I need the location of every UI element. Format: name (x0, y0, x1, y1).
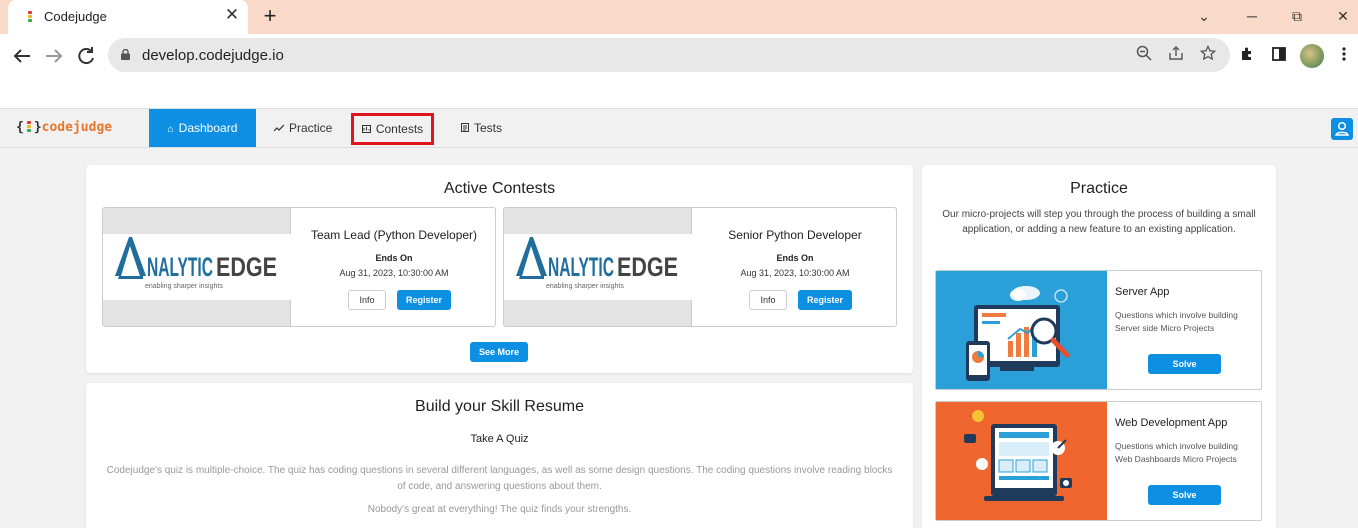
tests-icon (461, 111, 469, 149)
active-contests-card: Active Contests NALYTIC EDGE enabling sh… (86, 165, 913, 373)
contest-name: Team Lead (Python Developer) (310, 228, 478, 242)
skill-resume-card: Build your Skill Resume Take A Quiz Code… (86, 383, 913, 528)
tab-close-icon[interactable]: ✕ (224, 6, 240, 23)
url-text: develop.codejudge.io (142, 47, 284, 64)
tab-search-icon[interactable]: ⌄ (1192, 4, 1216, 28)
svg-text:EDGE: EDGE (617, 252, 678, 282)
svg-text:NALYTIC: NALYTIC (548, 252, 614, 282)
solve-button[interactable]: Solve (1148, 354, 1221, 374)
bookmark-star-icon[interactable] (1198, 44, 1218, 65)
contest-card: NALYTIC EDGE enabling sharper insights S… (503, 207, 897, 327)
register-button[interactable]: Register (798, 290, 852, 310)
ends-date: Aug 31, 2023, 10:30:00 AM (740, 268, 850, 278)
share-icon[interactable] (1166, 45, 1186, 65)
nav-dashboard[interactable]: ⌂ Dashboard (149, 109, 256, 147)
take-quiz-label[interactable]: Take A Quiz (86, 433, 913, 445)
address-bar[interactable]: develop.codejudge.io (108, 38, 1230, 72)
new-tab-button[interactable]: + (258, 4, 282, 28)
codejudge-logo[interactable]: {}codejudge (16, 120, 112, 135)
svg-text:NALYTIC: NALYTIC (147, 252, 213, 282)
practice-card: Practice Our micro-projects will step yo… (922, 165, 1276, 528)
svg-text:enabling sharper insights: enabling sharper insights (546, 283, 624, 290)
practice-item-title: Web Development App (1115, 417, 1228, 429)
app-navbar: {}codejudge ⌂ Dashboard Practice Contests… (0, 108, 1358, 148)
zoom-icon[interactable] (1134, 45, 1154, 65)
codejudge-favicon-icon (25, 11, 35, 23)
svg-text:enabling sharper insights: enabling sharper insights (145, 283, 223, 290)
see-more-button[interactable]: See More (470, 342, 528, 362)
nav-practice[interactable]: Practice (273, 109, 332, 149)
practice-item-description: Questions which involve building Web Das… (1115, 441, 1238, 464)
analytic-edge-logo: NALYTIC EDGE enabling sharper insights (115, 237, 277, 290)
nav-contests[interactable]: Contests (351, 113, 434, 145)
browser-tabstrip: Codejudge ✕ + ⌄ ─ ⧉ ✕ (0, 0, 1358, 34)
user-account-button[interactable] (1331, 118, 1353, 140)
info-button[interactable]: Info (749, 290, 787, 310)
extensions-icon[interactable] (1237, 46, 1257, 66)
practice-item-description: Questions which involve building Server … (1115, 310, 1238, 333)
register-button[interactable]: Register (397, 290, 451, 310)
menu-kebab-icon[interactable] (1334, 46, 1354, 66)
back-icon[interactable] (10, 44, 34, 68)
web-dev-illustration (936, 402, 1107, 520)
quiz-note: Nobody's great at everything! The quiz f… (367, 504, 632, 515)
restore-icon[interactable]: ⧉ (1285, 4, 1309, 28)
tab-title: Codejudge (44, 9, 107, 24)
traffic-light-icon (25, 121, 33, 132)
side-panel-icon[interactable] (1269, 46, 1289, 66)
contest-name: Senior Python Developer (728, 228, 862, 242)
nav-tests[interactable]: Tests (461, 109, 502, 147)
browser-tab[interactable]: Codejudge ✕ (8, 0, 248, 34)
profile-avatar[interactable] (1300, 44, 1324, 68)
active-contests-title: Active Contests (443, 180, 556, 197)
info-button[interactable]: Info (348, 290, 386, 310)
practice-description: Our micro-projects will step you through… (942, 209, 1256, 235)
svg-text:EDGE: EDGE (216, 252, 277, 282)
contests-icon (361, 118, 371, 144)
practice-item-server-app: Server App Questions which involve build… (935, 270, 1262, 390)
browser-toolbar: develop.codejudge.io (0, 34, 1358, 78)
reload-icon[interactable] (74, 44, 98, 68)
analytic-edge-logo: NALYTIC EDGE enabling sharper insights (516, 237, 678, 290)
skill-resume-title: Build your Skill Resume (415, 398, 584, 415)
user-icon (1335, 121, 1349, 136)
practice-item-title: Server App (1115, 286, 1170, 298)
practice-title: Practice (1070, 180, 1128, 197)
lock-icon (121, 49, 130, 60)
quiz-description: Codejudge's quiz is multiple-choice. The… (106, 465, 893, 492)
minimize-icon[interactable]: ─ (1240, 4, 1264, 28)
contest-card: NALYTIC EDGE enabling sharper insights T… (102, 207, 496, 327)
home-icon: ⌂ (167, 124, 174, 135)
contest-logo-image: NALYTIC EDGE enabling sharper insights (103, 208, 291, 326)
window-close-icon[interactable]: ✕ (1331, 4, 1355, 28)
page-top-space (0, 78, 1358, 108)
ends-date: Aug 31, 2023, 10:30:00 AM (339, 268, 449, 278)
ends-label: Ends On (375, 253, 413, 263)
ends-label: Ends On (776, 253, 814, 263)
contest-logo-image: NALYTIC EDGE enabling sharper insights (504, 208, 692, 326)
server-app-illustration (936, 271, 1107, 389)
trend-icon (273, 111, 285, 149)
forward-icon[interactable] (42, 44, 66, 68)
practice-item-web-development-app: Web Development App Questions which invo… (935, 401, 1262, 521)
solve-button[interactable]: Solve (1148, 485, 1221, 505)
